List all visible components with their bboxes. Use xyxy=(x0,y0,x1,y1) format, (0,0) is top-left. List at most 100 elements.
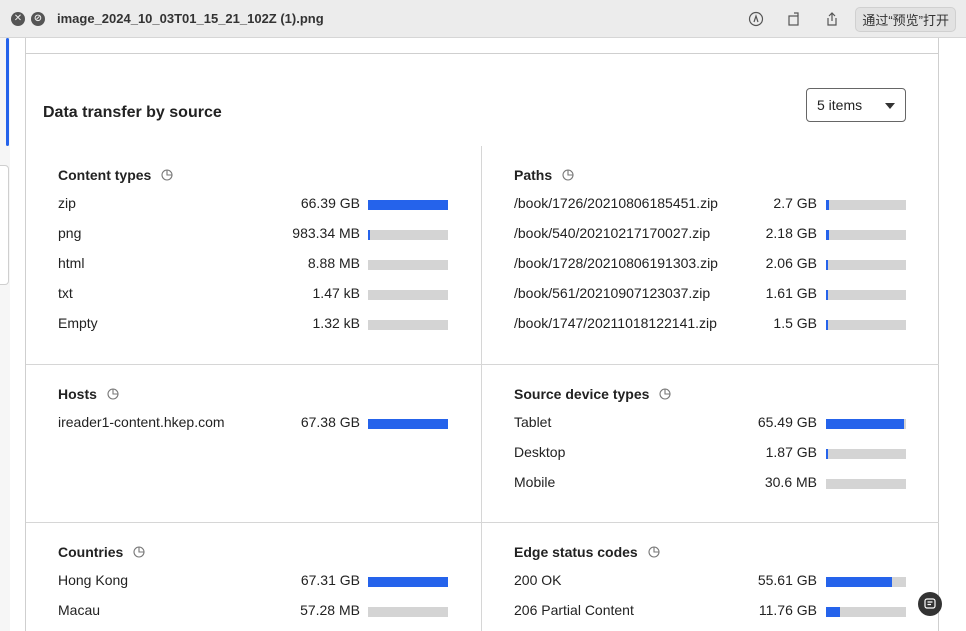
metric-value: 2.06 GB xyxy=(765,255,817,271)
chevron-down-icon xyxy=(885,103,895,109)
rotate-icon[interactable] xyxy=(775,0,813,38)
metric-bar xyxy=(368,419,448,429)
metric-bar-fill xyxy=(368,577,448,587)
metric-label: 200 OK xyxy=(514,572,562,588)
pie-chart-icon[interactable] xyxy=(659,388,671,400)
metric-label: Hong Kong xyxy=(58,572,129,588)
metric-row: 200 OK 55.61 GB xyxy=(514,572,906,592)
sidebar-tab[interactable] xyxy=(0,165,9,285)
metric-row: /book/1747/20211018122141.zip 1.5 GB xyxy=(514,315,906,335)
hosts-section: Hosts xyxy=(58,385,119,403)
items-count-select[interactable]: 5 items xyxy=(806,88,906,122)
section-title: Source device types xyxy=(514,386,650,402)
metric-bar xyxy=(826,607,906,617)
metric-label: Desktop xyxy=(514,444,566,460)
metric-value: 2.18 GB xyxy=(765,225,817,241)
metric-value: 1.32 kB xyxy=(312,315,360,331)
metric-bar xyxy=(368,320,448,330)
pie-chart-icon[interactable] xyxy=(562,169,574,181)
paths-section: Paths xyxy=(514,166,574,184)
pie-chart-icon[interactable] xyxy=(107,388,119,400)
metric-row: 206 Partial Content 11.76 GB xyxy=(514,602,906,622)
metric-bar xyxy=(826,290,906,300)
metric-bar xyxy=(826,449,906,459)
metric-bar xyxy=(826,200,906,210)
countries-section: Countries xyxy=(58,543,145,561)
metric-row: Hong Kong 67.31 GB xyxy=(58,572,448,592)
metric-bar-fill xyxy=(826,419,904,429)
title-bar: ✕ ⊘ image_2024_10_03T01_15_21_102Z (1).p… xyxy=(0,0,966,38)
metric-bar-fill xyxy=(826,449,828,459)
metric-row: Desktop 1.87 GB xyxy=(514,444,906,464)
metric-label: png xyxy=(58,225,82,241)
sidebar-active-indicator xyxy=(6,38,9,146)
metric-row: Macau 57.28 MB xyxy=(58,602,448,622)
metric-row: txt 1.47 kB xyxy=(58,285,448,305)
select-value: 5 items xyxy=(817,97,863,113)
metric-bar xyxy=(826,230,906,240)
metric-label: /book/540/20210217170027.zip xyxy=(514,225,711,241)
content-area: Data transfer by source 5 items Content … xyxy=(10,38,966,631)
metric-value: 67.31 GB xyxy=(300,572,360,588)
row-divider xyxy=(26,522,939,523)
window-title: image_2024_10_03T01_15_21_102Z (1).png xyxy=(57,11,324,26)
data-transfer-panel xyxy=(25,54,939,631)
metric-row: zip 66.39 GB xyxy=(58,195,448,215)
share-icon[interactable] xyxy=(813,0,851,38)
metric-label: 206 Partial Content xyxy=(514,602,634,618)
feedback-icon[interactable] xyxy=(918,592,942,616)
metric-label: Empty xyxy=(58,315,98,331)
metric-bar-fill xyxy=(826,320,828,330)
no-entry-icon[interactable]: ⊘ xyxy=(31,11,45,26)
metric-label: zip xyxy=(58,195,76,211)
metric-value: 983.34 MB xyxy=(292,225,360,241)
metric-bar xyxy=(368,200,448,210)
previous-card-bottom xyxy=(25,38,939,54)
metric-row: Tablet 65.49 GB xyxy=(514,414,906,434)
edge-status-codes-section: Edge status codes xyxy=(514,543,660,561)
metric-bar-fill xyxy=(826,230,829,240)
metric-bar-fill xyxy=(826,577,892,587)
metric-label: Tablet xyxy=(514,414,552,430)
metric-label: ireader1-content.hkep.com xyxy=(58,414,225,430)
section-title: Content types xyxy=(58,167,152,183)
metric-row: Mobile 30.6 MB xyxy=(514,474,906,494)
metric-value: 1.87 GB xyxy=(765,444,817,460)
metric-bar-fill xyxy=(826,290,828,300)
metric-bar-fill xyxy=(368,200,448,210)
panel-title: Data transfer by source xyxy=(43,104,222,121)
markup-pen-icon[interactable] xyxy=(737,0,775,38)
metric-row: /book/561/20210907123037.zip 1.61 GB xyxy=(514,285,906,305)
metric-value: 65.49 GB xyxy=(757,414,817,430)
metric-row: Empty 1.32 kB xyxy=(58,315,448,335)
metric-value: 11.76 GB xyxy=(758,602,817,618)
metric-bar-fill xyxy=(826,607,840,617)
metric-bar xyxy=(368,577,448,587)
metric-bar xyxy=(368,260,448,270)
metric-value: 2.7 GB xyxy=(773,195,817,211)
pie-chart-icon[interactable] xyxy=(133,546,145,558)
metric-row: /book/1726/20210806185451.zip 2.7 GB xyxy=(514,195,906,215)
metric-label: /book/561/20210907123037.zip xyxy=(514,285,711,301)
metric-value: 30.6 MB xyxy=(764,474,817,490)
column-divider xyxy=(481,146,482,631)
metric-value: 66.39 GB xyxy=(300,195,360,211)
metric-bar xyxy=(368,290,448,300)
pie-chart-icon[interactable] xyxy=(648,546,660,558)
metric-bar xyxy=(368,230,448,240)
open-with-preview-button[interactable]: 通过“预览”打开 xyxy=(855,6,956,32)
pie-chart-icon[interactable] xyxy=(161,169,173,181)
metric-label: Macau xyxy=(58,602,101,618)
metric-label: Mobile xyxy=(514,474,556,490)
metric-value: 55.61 GB xyxy=(757,572,817,588)
source-device-types-section: Source device types xyxy=(514,385,671,403)
section-title: Paths xyxy=(514,167,553,183)
close-icon[interactable]: ✕ xyxy=(11,11,25,26)
metric-label: html xyxy=(58,255,85,271)
metric-value: 67.38 GB xyxy=(300,414,360,430)
section-title: Countries xyxy=(58,544,124,560)
metric-label: /book/1726/20210806185451.zip xyxy=(514,195,718,211)
metric-bar xyxy=(826,479,906,489)
metric-label: /book/1728/20210806191303.zip xyxy=(514,255,718,271)
metric-value: 1.47 kB xyxy=(312,285,360,301)
